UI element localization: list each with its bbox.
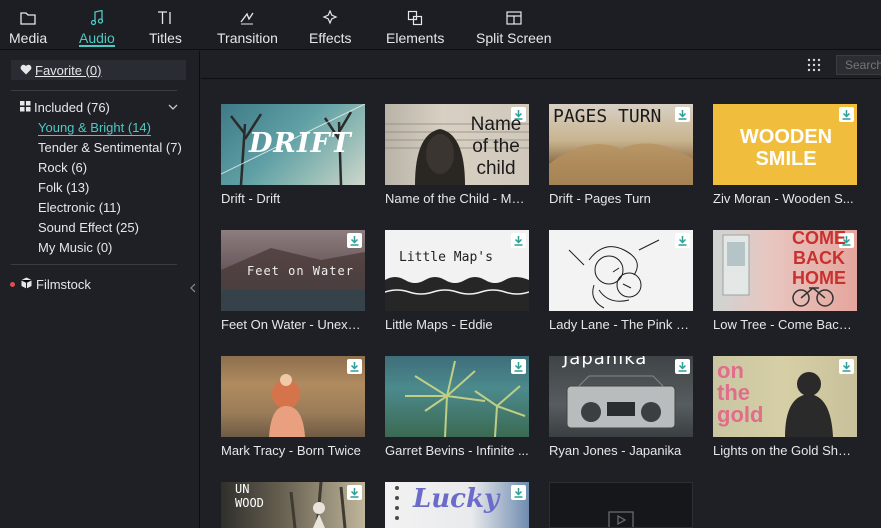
favorite-label: Favorite (0) <box>35 62 102 78</box>
grid-view-icon[interactable] <box>807 58 821 72</box>
tab-label: Media <box>9 30 48 46</box>
audio-title: Lady Lane - The Pink E... <box>549 317 693 332</box>
divider <box>11 90 177 91</box>
collapse-sidebar-icon[interactable] <box>190 281 196 293</box>
thumbnail-caption: WOODEN SMILE <box>739 126 833 170</box>
download-icon[interactable] <box>675 107 690 122</box>
sidebar-item-filmstock[interactable]: Filmstock <box>10 277 91 292</box>
thumbnail: Lucky <box>385 482 529 528</box>
transition-icon <box>238 9 256 27</box>
included-label: Included (76) <box>34 100 110 115</box>
video-icon <box>608 511 634 527</box>
audio-title: Feet On Water - Unexp... <box>221 317 365 332</box>
sidebar-item-sound-effect[interactable]: Sound Effect (25) <box>38 220 139 235</box>
grid-icon <box>20 100 31 115</box>
elements-icon <box>406 9 424 27</box>
download-icon[interactable] <box>839 359 854 374</box>
audio-title: Garret Bevins - Infinite ... <box>385 443 529 458</box>
thumbnail-caption: UN WOOD <box>235 482 264 510</box>
search-input[interactable] <box>836 55 881 75</box>
thumbnail: COME BACK HOME <box>713 230 857 311</box>
download-icon[interactable] <box>347 233 362 248</box>
folder-icon <box>19 9 37 27</box>
thumbnail-caption: Japanika <box>563 356 648 369</box>
thumbnail: PAGES TURN <box>549 104 693 185</box>
thumbnail-caption: Lucky <box>413 484 500 514</box>
thumbnail-caption: Name of the child <box>470 114 522 179</box>
music-note-icon <box>88 9 106 27</box>
audio-library: DRIFT Drift - Drift Name of the child Na… <box>201 51 881 528</box>
tab-label: Titles <box>149 30 182 46</box>
thumbnail-caption: Feet on Water <box>247 264 354 278</box>
thumbnail: Little Map's <box>385 230 529 311</box>
category-sidebar: Favorite (0) Included (76) Young & Brigh… <box>0 51 200 528</box>
thumbnail: Feet on Water <box>221 230 365 311</box>
download-icon[interactable] <box>511 359 526 374</box>
tab-label: Split Screen <box>476 30 552 46</box>
tab-label: Elements <box>386 30 445 46</box>
thumbnail: Japanika <box>549 356 693 437</box>
tab-audio[interactable]: Audio <box>79 0 115 50</box>
audio-title: Drift - Drift <box>221 191 281 206</box>
audio-title: Lights on the Gold Shor... <box>713 443 857 458</box>
favorite-item[interactable]: Favorite (0) <box>11 60 186 80</box>
chevron-down-icon[interactable] <box>168 100 180 114</box>
audio-title: Ryan Jones - Japanika <box>549 443 682 458</box>
thumbnail <box>221 356 365 437</box>
filmstock-icon <box>21 277 32 292</box>
text-icon <box>156 9 174 27</box>
audio-title: Low Tree - Come Back ... <box>713 317 857 332</box>
download-icon[interactable] <box>511 233 526 248</box>
audio-title: Name of the Child - Mo... <box>385 191 529 206</box>
included-group-header[interactable]: Included (76) <box>20 100 110 115</box>
heart-icon <box>20 63 32 78</box>
thumbnail: Name of the child <box>385 104 529 185</box>
tab-titles[interactable]: Titles <box>149 0 182 50</box>
thumbnail <box>549 230 693 311</box>
thumbnail <box>385 356 529 437</box>
thumbnail: WOODEN SMILE <box>713 104 857 185</box>
thumbnail-caption: PAGES TURN <box>553 106 662 127</box>
thumbnail-caption: DRIFT <box>249 128 352 159</box>
thumbnail: on the gold <box>713 356 857 437</box>
audio-title: Little Maps - Eddie <box>385 317 493 332</box>
tab-media[interactable]: Media <box>9 0 47 50</box>
tab-label: Audio <box>79 30 115 46</box>
download-icon[interactable] <box>511 485 526 500</box>
tab-split-screen[interactable]: Split Screen <box>476 0 551 50</box>
download-icon[interactable] <box>347 359 362 374</box>
thumbnail-caption: on the gold <box>717 358 764 427</box>
tab-transition[interactable]: Transition <box>217 0 278 50</box>
tab-label: Effects <box>309 30 352 46</box>
thumbnail: DRIFT <box>221 104 365 185</box>
tab-elements[interactable]: Elements <box>386 0 444 50</box>
audio-title: Mark Tracy - Born Twice <box>221 443 361 458</box>
notification-dot <box>10 282 15 287</box>
sidebar-item-electronic[interactable]: Electronic (11) <box>38 200 121 215</box>
sidebar-item-my-music[interactable]: My Music (0) <box>38 240 112 255</box>
top-toolbar: Media Audio Titles Transition Effects El… <box>0 0 881 50</box>
audio-title: Ziv Moran - Wooden S... <box>713 191 854 206</box>
download-icon[interactable] <box>675 359 690 374</box>
thumbnail-caption: COME BACK HOME <box>792 230 846 288</box>
download-icon[interactable] <box>347 485 362 500</box>
library-subbar <box>201 51 881 79</box>
split-screen-icon <box>505 9 523 27</box>
thumbnail <box>549 482 693 528</box>
thumbnail-caption: Little Map's <box>399 250 493 265</box>
divider <box>11 264 177 265</box>
audio-title: Drift - Pages Turn <box>549 191 651 206</box>
sparkle-icon <box>321 9 339 27</box>
filmstock-label: Filmstock <box>36 277 91 292</box>
tab-label: Transition <box>217 30 278 46</box>
sidebar-item-tender-sentimental[interactable]: Tender & Sentimental (7) <box>38 140 182 155</box>
thumbnail: UN WOOD <box>221 482 365 528</box>
sidebar-item-rock[interactable]: Rock (6) <box>38 160 87 175</box>
tab-effects[interactable]: Effects <box>309 0 352 50</box>
download-icon[interactable] <box>675 233 690 248</box>
sidebar-item-young-bright[interactable]: Young & Bright (14) <box>38 120 151 136</box>
sidebar-item-folk[interactable]: Folk (13) <box>38 180 89 195</box>
download-icon[interactable] <box>839 107 854 122</box>
